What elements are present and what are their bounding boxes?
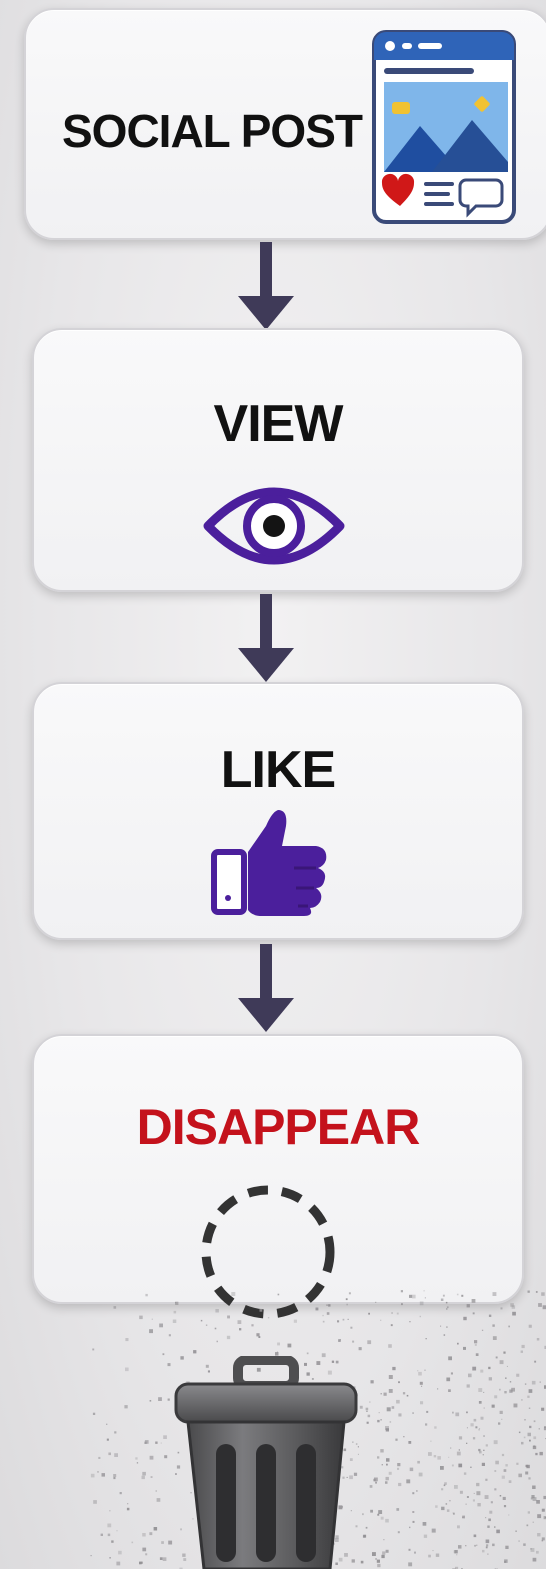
trash-can-icon: [174, 1356, 358, 1569]
flow-arrow-1: [238, 242, 294, 330]
flow-arrow-2: [238, 594, 294, 682]
step-label-like: LIKE: [220, 741, 336, 799]
step-card-like: LIKE: [32, 682, 524, 940]
flow-arrow-3: [238, 944, 294, 1032]
step-label-view: VIEW: [213, 395, 344, 453]
step-card-disappear: DISAPPEAR: [32, 1034, 524, 1319]
step-card-view: VIEW: [32, 328, 524, 592]
thumbs-up-icon: [211, 810, 327, 916]
eye-icon: [203, 487, 345, 565]
step-label-disappear: DISAPPEAR: [136, 1099, 421, 1155]
social-post-thumbnail-icon: [372, 30, 516, 224]
step-label-social-post: SOCIAL POST: [62, 105, 363, 157]
step-card-social-post: SOCIAL POST: [24, 8, 546, 240]
